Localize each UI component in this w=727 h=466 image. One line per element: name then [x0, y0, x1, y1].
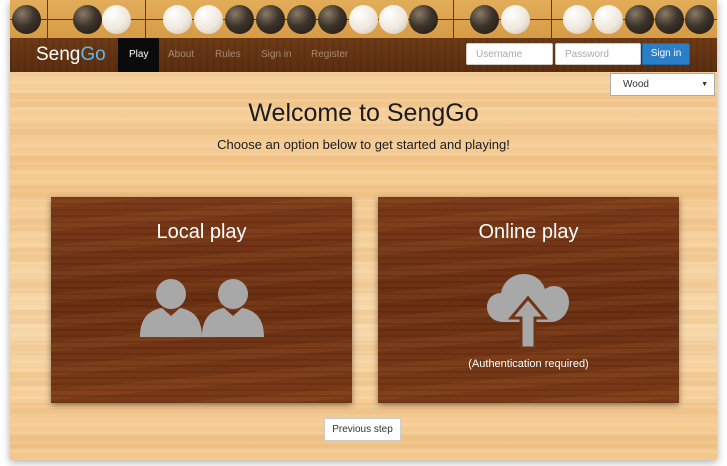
- white-stone-icon: [349, 5, 378, 34]
- board-line: [453, 0, 454, 38]
- black-stone-icon: [225, 5, 254, 34]
- password-input[interactable]: [555, 43, 641, 65]
- black-stone-icon: [318, 5, 347, 34]
- go-board-banner: [10, 0, 717, 38]
- previous-step-button[interactable]: Previous step: [324, 418, 401, 441]
- navbar: SengGo Play About Rules Sign in Register…: [10, 38, 717, 72]
- cloud-upload-icon: [487, 274, 569, 350]
- black-stone-icon: [287, 5, 316, 34]
- black-stone-icon: [409, 5, 438, 34]
- black-stone-icon: [685, 5, 714, 34]
- white-stone-icon: [501, 5, 530, 34]
- white-stone-icon: [594, 5, 623, 34]
- white-stone-icon: [163, 5, 192, 34]
- board-line: [47, 0, 48, 38]
- online-play-title: Online play: [478, 221, 579, 243]
- local-play-title: Local play: [156, 221, 247, 243]
- white-stone-icon: [194, 5, 223, 34]
- board-line: [551, 0, 552, 38]
- black-stone-icon: [73, 5, 102, 34]
- page-title: Welcome to SengGo: [248, 99, 479, 127]
- signin-button[interactable]: Sign in: [642, 43, 690, 65]
- white-stone-icon: [102, 5, 131, 34]
- theme-select[interactable]: Wood ▼: [610, 73, 715, 96]
- nav-about[interactable]: About: [157, 38, 205, 72]
- brand-name-part1: Seng: [36, 44, 81, 65]
- online-play-card[interactable]: Online play (Authentication required): [378, 197, 679, 403]
- nav-signin[interactable]: Sign in: [250, 38, 303, 72]
- black-stone-icon: [470, 5, 499, 34]
- two-users-icon: [140, 279, 264, 337]
- black-stone-icon: [12, 5, 41, 34]
- black-stone-icon: [625, 5, 654, 34]
- auth-required-note: (Authentication required): [468, 358, 589, 370]
- white-stone-icon: [563, 5, 592, 34]
- brand-logo[interactable]: SengGo: [36, 44, 106, 66]
- nav-rules[interactable]: Rules: [204, 38, 252, 72]
- black-stone-icon: [256, 5, 285, 34]
- theme-select-value: Wood: [623, 79, 649, 90]
- nav-play[interactable]: Play: [118, 38, 160, 72]
- username-input[interactable]: [466, 43, 553, 65]
- nav-register[interactable]: Register: [300, 38, 359, 72]
- brand-name-part2: Go: [80, 44, 106, 65]
- page-subtitle: Choose an option below to get started an…: [217, 137, 510, 152]
- app-frame: SengGo Play About Rules Sign in Register…: [10, 0, 717, 460]
- black-stone-icon: [655, 5, 684, 34]
- board-line: [145, 0, 146, 38]
- local-play-card[interactable]: Local play: [51, 197, 352, 403]
- caret-down-icon: ▼: [701, 81, 708, 88]
- white-stone-icon: [379, 5, 408, 34]
